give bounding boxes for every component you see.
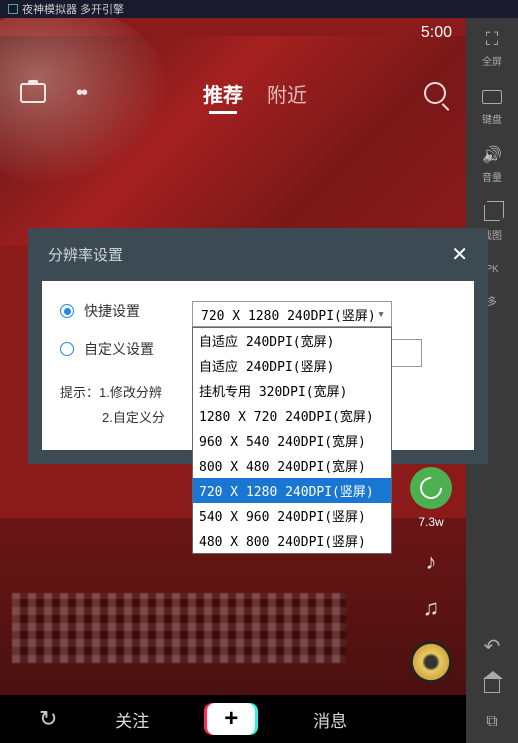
fullscreen-label: 全屏 xyxy=(482,53,502,68)
fullscreen-button[interactable]: 全屏 xyxy=(481,28,503,68)
status-time: 5:00 xyxy=(421,24,452,42)
music-note-icon: ♪ xyxy=(426,549,437,575)
nav-message[interactable]: 消息 xyxy=(313,707,347,732)
radio-custom-label: 自定义设置 xyxy=(84,339,154,359)
more-button[interactable]: 多 xyxy=(487,293,497,308)
dropdown-option[interactable]: 挂机专用 320DPI(宽屏) xyxy=(193,378,391,403)
home-icon xyxy=(484,679,500,693)
share-count: 7.3w xyxy=(418,515,443,529)
video-actions: 7.3w ♪ ♫ xyxy=(410,467,452,683)
window-title: 夜神模拟器 多开引擎 xyxy=(22,1,124,17)
live-icon[interactable]: •• xyxy=(76,82,86,105)
app-icon xyxy=(8,4,18,14)
keyboard-label: 键盘 xyxy=(482,111,502,126)
dropdown-option[interactable]: 自适应 240DPI(宽屏) xyxy=(193,328,391,353)
radio-quick-settings[interactable] xyxy=(60,304,74,318)
search-icon[interactable] xyxy=(424,82,446,104)
dialog-title: 分辨率设置 xyxy=(48,244,123,265)
volume-icon xyxy=(481,144,503,166)
android-home-button[interactable] xyxy=(484,679,500,693)
dropdown-option[interactable]: 800 X 480 240DPI(宽屏) xyxy=(193,453,391,478)
dropdown-option[interactable]: 480 X 800 240DPI(竖屏) xyxy=(193,528,391,553)
resolution-settings-dialog: 分辨率设置 ✕ 快捷设置 自定义设置 720 X 1280 240DPI(竖屏)… xyxy=(28,228,488,464)
top-navigation: •• 推荐 附近 xyxy=(0,68,466,118)
music-note-button[interactable]: ♪ xyxy=(426,549,437,575)
crop-icon xyxy=(484,205,500,221)
share-button[interactable]: 7.3w xyxy=(410,467,452,529)
android-back-button[interactable] xyxy=(484,634,501,659)
android-recent-button[interactable] xyxy=(486,713,497,731)
radio-custom-settings[interactable] xyxy=(60,342,74,356)
tab-recommend[interactable]: 推荐 xyxy=(203,79,243,108)
dropdown-option[interactable]: 960 X 540 240DPI(宽屏) xyxy=(193,428,391,453)
close-icon[interactable]: ✕ xyxy=(451,242,468,267)
bottom-navigation: ↻ 关注 + 消息 xyxy=(0,695,466,743)
keyboard-icon xyxy=(482,90,502,104)
dropdown-option[interactable]: 720 X 1280 240DPI(竖屏) xyxy=(193,478,391,503)
headphone-button[interactable]: ♫ xyxy=(423,595,440,621)
create-button[interactable]: + xyxy=(207,703,255,735)
dropdown-option[interactable]: 1280 X 720 240DPI(宽屏) xyxy=(193,403,391,428)
more-label: 多 xyxy=(487,293,497,308)
resolution-select[interactable]: 720 X 1280 240DPI(竖屏) xyxy=(192,301,392,327)
window-title-bar: 夜神模拟器 多开引擎 xyxy=(0,0,518,18)
camera-icon[interactable] xyxy=(20,83,46,103)
keyboard-button[interactable]: 键盘 xyxy=(481,86,503,126)
share-icon xyxy=(410,467,452,509)
video-caption-blurred xyxy=(12,593,346,663)
volume-button[interactable]: 音量 xyxy=(481,144,503,184)
resolution-select-value: 720 X 1280 240DPI(竖屏) xyxy=(201,305,376,324)
refresh-icon[interactable]: ↻ xyxy=(39,706,57,732)
music-disc-icon[interactable] xyxy=(410,641,452,683)
radio-quick-label: 快捷设置 xyxy=(84,301,140,321)
headphone-icon: ♫ xyxy=(423,595,440,621)
dropdown-option[interactable]: 540 X 960 240DPI(竖屏) xyxy=(193,503,391,528)
tab-nearby[interactable]: 附近 xyxy=(267,79,307,108)
fullscreen-icon xyxy=(481,28,503,50)
resolution-dropdown: 自适应 240DPI(宽屏)自适应 240DPI(竖屏)挂机专用 320DPI(… xyxy=(192,327,392,554)
dropdown-option[interactable]: 自适应 240DPI(竖屏) xyxy=(193,353,391,378)
nav-follow[interactable]: 关注 xyxy=(115,707,149,732)
volume-label: 音量 xyxy=(482,169,502,184)
